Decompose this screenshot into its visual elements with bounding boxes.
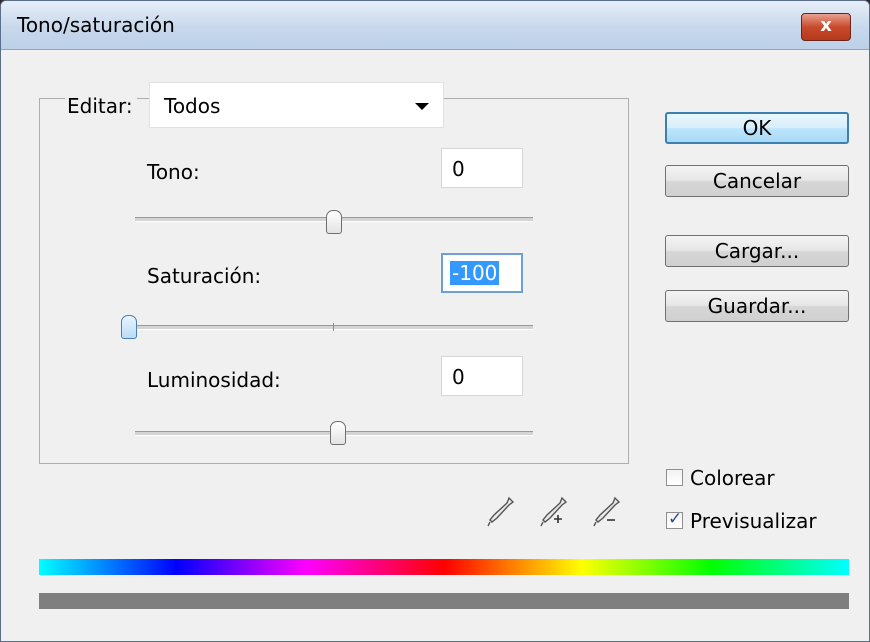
ok-button[interactable]: OK: [665, 112, 849, 144]
hue-saturation-dialog: Tono/saturación x Editar: Todos Tono: 0 …: [0, 0, 870, 642]
saturation-slider-track[interactable]: [135, 323, 533, 331]
lightness-label: Luminosidad:: [147, 368, 281, 392]
preview-label[interactable]: Previsualizar: [690, 509, 817, 533]
adjustment-group: [39, 98, 629, 464]
saturation-slider-thumb[interactable]: [121, 315, 137, 339]
saturation-label: Saturación:: [147, 264, 262, 288]
close-button[interactable]: x: [801, 13, 851, 41]
title-bar: Tono/saturación x: [1, 1, 869, 50]
cancel-button[interactable]: Cancelar: [665, 165, 849, 197]
saturation-center-tick: [333, 323, 334, 331]
input-color-spectrum: [39, 559, 849, 575]
hue-input-value: 0: [452, 157, 465, 181]
saturation-input[interactable]: -100: [441, 253, 523, 293]
checkmark-icon: ✓: [668, 509, 683, 529]
lightness-slider-thumb[interactable]: [330, 421, 346, 445]
hue-input[interactable]: 0: [441, 148, 523, 188]
save-button[interactable]: Guardar...: [665, 290, 849, 322]
colorize-label[interactable]: Colorear: [690, 466, 775, 490]
edit-dropdown-value: Todos: [164, 94, 221, 118]
dialog-title: Tono/saturación: [17, 13, 175, 37]
lightness-input[interactable]: 0: [441, 356, 523, 396]
close-icon: x: [820, 15, 832, 36]
chevron-down-icon: [415, 103, 429, 110]
lightness-input-value: 0: [452, 365, 465, 389]
saturation-input-value: -100: [450, 261, 500, 285]
output-color-spectrum: [39, 593, 849, 609]
preview-checkbox[interactable]: ✓: [666, 509, 683, 529]
colorize-checkbox[interactable]: [666, 469, 683, 486]
eyedropper-icon[interactable]: [485, 495, 515, 529]
edit-label: Editar:: [65, 94, 137, 118]
dialog-content: Editar: Todos Tono: 0 Saturación: -100 L…: [1, 50, 869, 641]
hue-slider-thumb[interactable]: [326, 210, 342, 234]
edit-dropdown[interactable]: Todos: [149, 82, 444, 128]
eyedropper-subtract-icon[interactable]: [591, 495, 621, 529]
eyedropper-add-icon[interactable]: [538, 495, 568, 529]
hue-label: Tono:: [147, 160, 200, 184]
load-button[interactable]: Cargar...: [665, 235, 849, 267]
